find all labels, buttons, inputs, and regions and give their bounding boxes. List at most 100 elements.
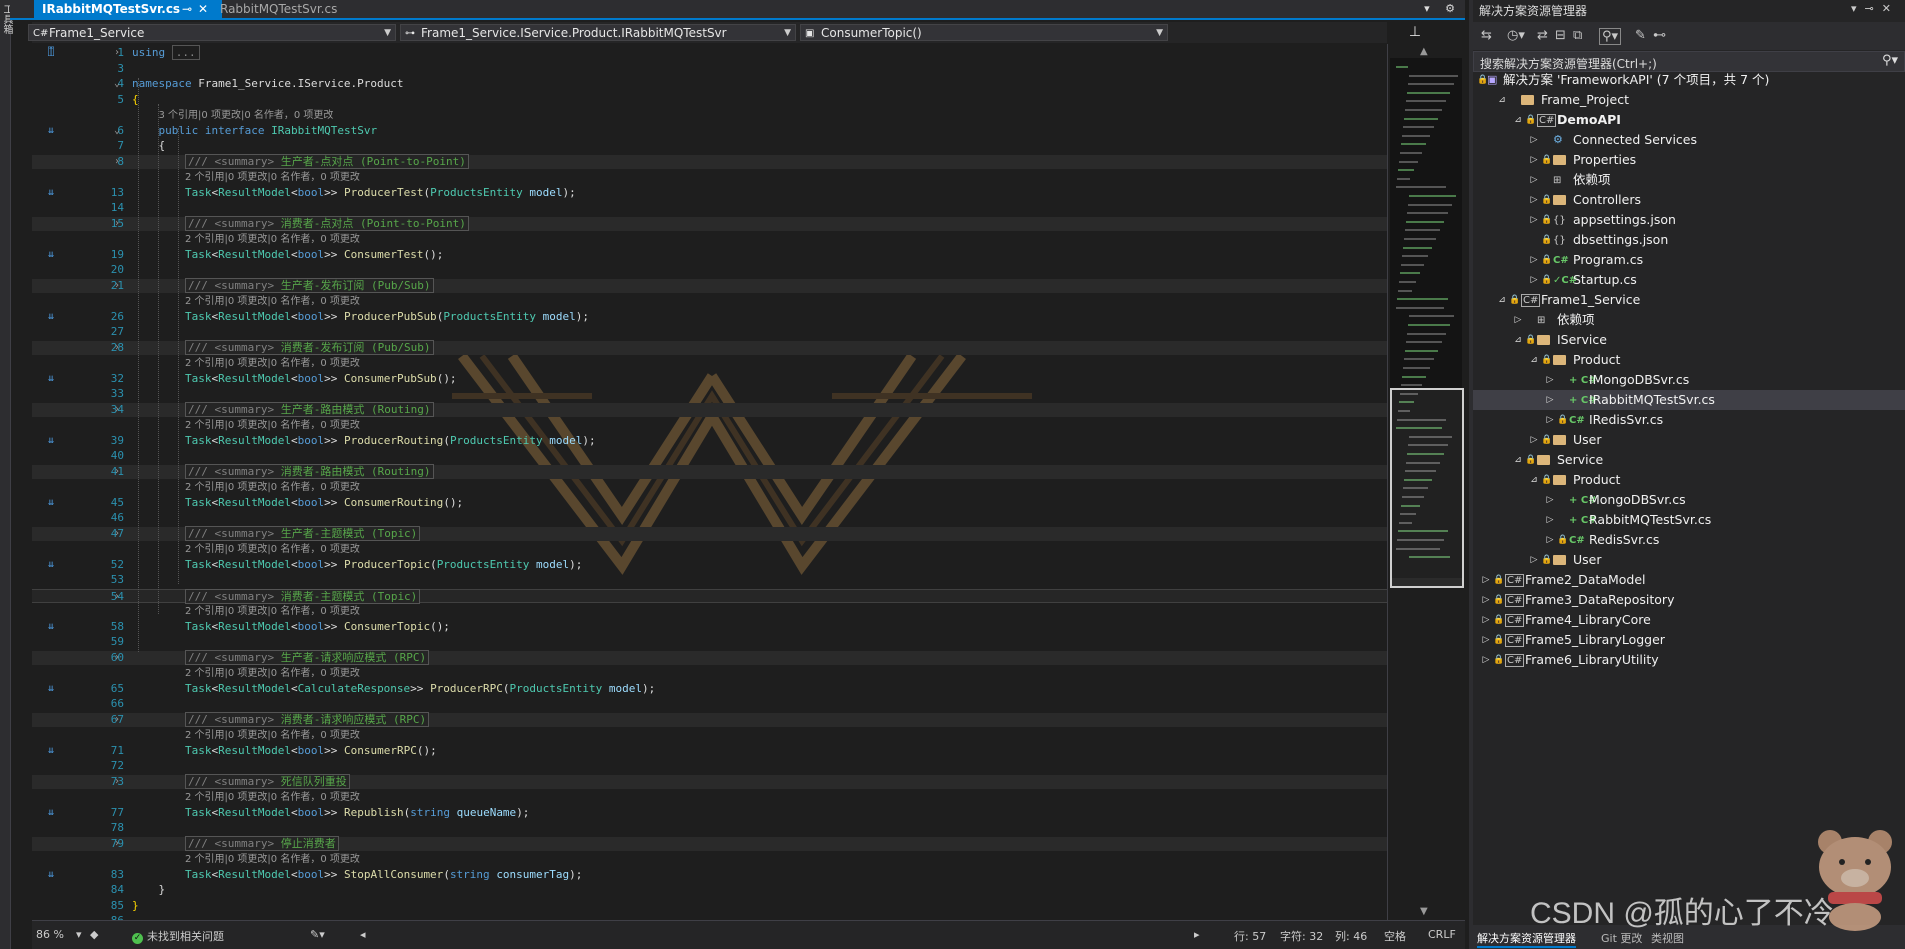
code-line[interactable]: 7 { [32,139,1387,153]
tree-item-frame5-librarylogger[interactable]: ▷ 🔒 C# Frame5_LibraryLogger [1473,630,1905,650]
code-line[interactable]: 6 ⇊ ⌄ public interface IRabbitMQTestSvr [32,124,1387,138]
tab-overflow-icon[interactable]: ▾ ⚙ [1424,0,1461,18]
fold-toggle-icon[interactable]: › [114,279,120,293]
tree-item-frame-project[interactable]: ⊿ Frame_Project [1473,90,1905,110]
tree-item-rabbitmqtestsvr-cs[interactable]: ▷ + C# RabbitMQTestSvr.cs [1473,510,1905,530]
expand-toggle-icon[interactable]: ▷ [1545,490,1555,510]
intellicode-icon[interactable]: ◆ [90,928,98,941]
tree-item-frame1-service[interactable]: ⊿ 🔒 C# Frame1_Service [1473,290,1905,310]
fold-toggle-icon[interactable]: ⌄ [114,77,120,91]
type-dropdown[interactable]: ⊶ Frame1_Service.IService.Product.IRabbi… [400,24,796,41]
code-minimap[interactable] [1390,58,1464,588]
code-line[interactable]: 71 ⇊ Task<ResultModel<bool>> ConsumerRPC(… [32,744,1387,758]
expand-toggle-icon[interactable]: ▷ [1529,190,1539,210]
scroll-down-icon[interactable]: ▼ [1420,906,1428,917]
tab-rabbitmq[interactable]: RabbitMQTestSvr.cs [212,0,345,18]
fold-toggle-icon[interactable]: › [114,713,120,727]
codelens-line[interactable]: 3 个引用|0 项更改|0 名作者，0 项更改 [32,108,1387,122]
properties-wrench-icon[interactable]: ✎ [1635,28,1646,43]
tree-item-service[interactable]: ⊿ 🔒 Service [1473,450,1905,470]
preview-icon[interactable]: ⊷ [1653,28,1666,43]
implementation-glyph-icon[interactable]: ⇊ [48,558,54,572]
solution-node[interactable]: 🔒 ▣ 解决方案 'FrameworkAPI' (7 个项目，共 7 个) [1473,70,1905,90]
tree-item-user[interactable]: ▷ 🔒 User [1473,550,1905,570]
expand-toggle-icon[interactable]: ▷ [1529,430,1539,450]
zoom-dropdown-icon[interactable]: ▾ [76,928,82,941]
tree-item-frame4-librarycore[interactable]: ▷ 🔒 C# Frame4_LibraryCore [1473,610,1905,630]
tree-item-deps[interactable]: ▷ ⊞ 依赖项 [1473,170,1905,190]
char-indicator[interactable]: 字符: 32 [1280,928,1323,944]
fold-toggle-icon[interactable]: › [114,590,120,604]
implementation-glyph-icon[interactable]: ⇊ [48,186,54,200]
fold-toggle-icon[interactable]: › [114,341,120,355]
zoom-level[interactable]: 86 % [36,928,64,941]
codelens-line[interactable]: 2 个引用|0 项更改|0 名作者，0 项更改 [32,418,1387,432]
tree-item-mongodbsvr-cs[interactable]: ▷ + C# MongoDBSvr.cs [1473,490,1905,510]
fold-toggle-icon[interactable]: › [114,527,120,541]
expand-toggle-icon[interactable]: ⊿ [1497,290,1507,310]
code-line[interactable]: 5{ [32,93,1387,107]
expand-toggle-icon[interactable]: ▷ [1513,310,1523,330]
implementation-glyph-icon[interactable]: ⇊ [48,248,54,262]
pin-icon[interactable]: ⊸ [182,0,192,18]
expand-toggle-icon[interactable]: ▷ [1481,630,1491,650]
codelens-line[interactable]: 2 个引用|0 项更改|0 名作者，0 项更改 [32,728,1387,742]
expand-toggle-icon[interactable]: ⊿ [1529,350,1539,370]
code-line[interactable]: 26 ⇊ Task<ResultModel<bool>> ProducerPubS… [32,310,1387,324]
expand-toggle-icon[interactable]: ▷ [1481,610,1491,630]
code-line[interactable]: 15 › /// <summary> 消费者-点对点 (Point-to-Poin… [32,215,1387,231]
implementation-glyph-icon[interactable]: ⍐ [48,46,54,60]
code-line[interactable]: 47 › /// <summary> 生产者-主题模式 (Topic) [32,525,1387,541]
code-line[interactable]: 77 ⇊ Task<ResultModel<bool>> Republish(st… [32,806,1387,820]
tree-item-frame3-datarepository[interactable]: ▷ 🔒 C# Frame3_DataRepository [1473,590,1905,610]
codelens-line[interactable]: 2 个引用|0 项更改|0 名作者，0 项更改 [32,542,1387,556]
codelens-line[interactable]: 2 个引用|0 项更改|0 名作者，0 项更改 [32,294,1387,308]
fold-toggle-icon[interactable]: › [114,46,120,60]
tree-item-iredissvr-cs[interactable]: ▷ 🔒 C# IRedisSvr.cs [1473,410,1905,430]
code-line[interactable]: 46 [32,511,1387,525]
solution-search-input[interactable]: 搜索解决方案资源管理器(Ctrl+;) ⚲▾ [1473,51,1905,72]
fold-toggle-icon[interactable]: › [114,775,120,789]
expand-toggle-icon[interactable]: ▷ [1529,250,1539,270]
implementation-glyph-icon[interactable]: ⇊ [48,620,54,634]
tree-item-imongodbsvr-cs[interactable]: ▷ + C# IMongoDBSvr.cs [1473,370,1905,390]
minimap-viewport[interactable] [1390,388,1464,588]
show-all-files-icon[interactable]: ⧉ [1573,28,1582,43]
expand-toggle-icon[interactable]: ▷ [1529,150,1539,170]
code-line[interactable]: 4 ⌄ namespace Frame1_Service.IService.Prod… [32,77,1387,91]
vertical-scrollbar[interactable]: ▲ ▼ [1387,44,1466,920]
expand-toggle-icon[interactable]: ⊿ [1513,450,1523,470]
code-line[interactable]: 33 [32,387,1387,401]
code-line[interactable]: 83 ⇊ Task<ResultModel<bool>> StopAllConsu… [32,868,1387,882]
implementation-glyph-icon[interactable]: ⇊ [48,496,54,510]
code-line[interactable]: 67 › /// <summary> 消费者-请求响应模式 (RPC) [32,711,1387,727]
codelens-line[interactable]: 2 个引用|0 项更改|0 名作者，0 项更改 [32,232,1387,246]
code-line[interactable]: 14 [32,201,1387,215]
expand-toggle-icon[interactable]: ▷ [1545,390,1555,410]
expand-toggle-icon[interactable]: ▷ [1529,130,1539,150]
code-line[interactable]: 39 ⇊ Task<ResultModel<bool>> ProducerRout… [32,434,1387,448]
code-line[interactable]: 66 [32,697,1387,711]
tab-irabbitmq[interactable]: IRabbitMQTestSvr.cs ⊸ ✕ [34,0,222,18]
tree-item-redissvr-cs[interactable]: ▷ 🔒 C# RedisSvr.cs [1473,530,1905,550]
code-cleanup-icon[interactable]: ✎▾ [310,928,325,941]
code-line[interactable]: 54 › /// <summary> 消费者-主题模式 (Topic) [32,588,1387,604]
split-editor-icon[interactable]: ⊥ [1390,22,1440,43]
tree-item-frame2-datamodel[interactable]: ▷ 🔒 C# Frame2_DataModel [1473,570,1905,590]
implementation-glyph-icon[interactable]: ⇊ [48,124,54,138]
code-line[interactable]: 27 [32,325,1387,339]
implementation-glyph-icon[interactable]: ⇊ [48,806,54,820]
toolbox-strip[interactable]: 工具箱 [0,0,12,949]
implementation-glyph-icon[interactable]: ⇊ [48,372,54,386]
expand-toggle-icon[interactable]: ▷ [1545,410,1555,430]
expand-toggle-icon[interactable]: ▷ [1545,370,1555,390]
code-line[interactable]: 79 › /// <summary> 停止消费者 [32,835,1387,851]
tree-item-deps[interactable]: ▷ ⊞ 依赖项 [1473,310,1905,330]
expand-toggle-icon[interactable]: ⊿ [1513,110,1523,130]
scroll-right-icon[interactable]: ▸ [1194,928,1200,941]
implementation-glyph-icon[interactable]: ⇊ [48,868,54,882]
code-line[interactable]: 20 [32,263,1387,277]
code-line[interactable]: 65 ⇊ Task<ResultModel<CalculateResponse>>… [32,682,1387,696]
codelens-line[interactable]: 2 个引用|0 项更改|0 名作者，0 项更改 [32,790,1387,804]
codelens-line[interactable]: 2 个引用|0 项更改|0 名作者，0 项更改 [32,604,1387,618]
